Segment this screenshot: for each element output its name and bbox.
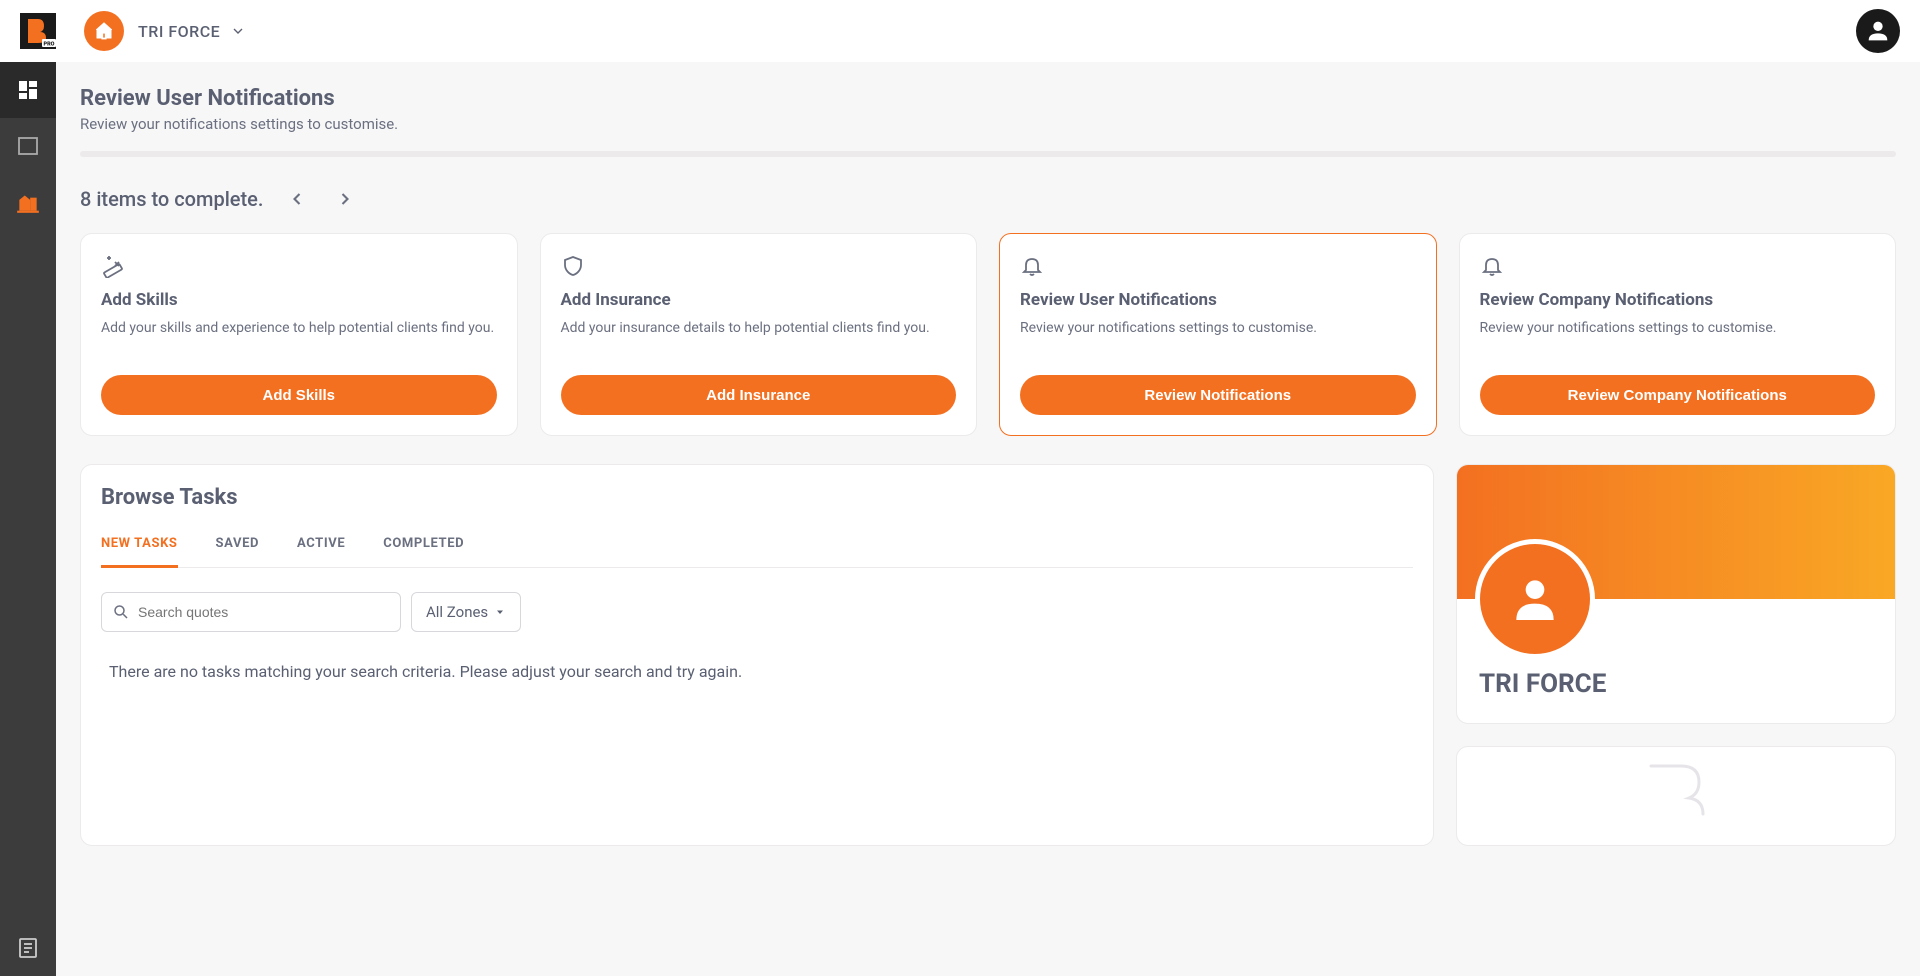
search-icon xyxy=(112,603,130,621)
profile-name: TRI FORCE xyxy=(1479,669,1873,699)
brand-outline-icon xyxy=(1631,756,1721,836)
tab-active[interactable]: ACTIVE xyxy=(297,536,345,567)
card-review-user-notifications: Review User Notifications Review your no… xyxy=(999,233,1437,436)
zone-select[interactable]: All Zones xyxy=(411,592,521,632)
bottom-row: Browse Tasks NEW TASKS SAVED ACTIVE COMP… xyxy=(80,464,1896,846)
card-add-skills: Add Skills Add your skills and experienc… xyxy=(80,233,518,436)
page-subtitle: Review your notifications settings to cu… xyxy=(80,115,1896,133)
card-title: Review Company Notifications xyxy=(1480,290,1876,310)
zone-label: All Zones xyxy=(426,603,488,621)
card-desc: Add your skills and experience to help p… xyxy=(101,318,497,339)
sidebar-item-buildings[interactable] xyxy=(0,174,56,230)
header: PRO TRI FORCE xyxy=(0,0,1920,62)
chevron-down-icon[interactable] xyxy=(230,23,246,39)
card-desc: Add your insurance details to help poten… xyxy=(561,318,957,339)
onboarding-cards: Add Skills Add your skills and experienc… xyxy=(80,233,1896,436)
bell-icon xyxy=(1480,254,1876,278)
app-logo: PRO xyxy=(20,13,56,49)
profile-avatar xyxy=(1475,539,1595,659)
card-title: Add Skills xyxy=(101,290,497,310)
card-title: Add Insurance xyxy=(561,290,957,310)
browse-tasks-panel: Browse Tasks NEW TASKS SAVED ACTIVE COMP… xyxy=(80,464,1434,846)
bell-icon xyxy=(1020,254,1416,278)
task-tabs: NEW TASKS SAVED ACTIVE COMPLETED xyxy=(101,536,1413,568)
search-box[interactable] xyxy=(101,592,401,632)
browse-title: Browse Tasks xyxy=(101,485,1413,510)
card-add-insurance: Add Insurance Add your insurance details… xyxy=(540,233,978,436)
add-skills-button[interactable]: Add Skills xyxy=(101,375,497,415)
home-button[interactable] xyxy=(84,11,124,51)
card-title: Review User Notifications xyxy=(1020,290,1416,310)
card-review-company-notifications: Review Company Notifications Review your… xyxy=(1459,233,1897,436)
card-desc: Review your notifications settings to cu… xyxy=(1480,318,1876,339)
review-notifications-button[interactable]: Review Notifications xyxy=(1020,375,1416,415)
tab-completed[interactable]: COMPLETED xyxy=(383,536,464,567)
review-company-notifications-button[interactable]: Review Company Notifications xyxy=(1480,375,1876,415)
tab-new-tasks[interactable]: NEW TASKS xyxy=(101,536,178,568)
page-title: Review User Notifications xyxy=(80,86,1896,111)
carousel-prev[interactable] xyxy=(283,185,311,213)
empty-state: There are no tasks matching your search … xyxy=(101,662,1413,681)
main-content: Review User Notifications Review your no… xyxy=(56,62,1920,976)
add-insurance-button[interactable]: Add Insurance xyxy=(561,375,957,415)
profile-card: TRI FORCE xyxy=(1456,464,1896,724)
carousel-header: 8 items to complete. xyxy=(80,185,1896,213)
profile-column: TRI FORCE xyxy=(1456,464,1896,846)
search-row: All Zones xyxy=(101,592,1413,632)
carousel-next[interactable] xyxy=(331,185,359,213)
card-desc: Review your notifications settings to cu… xyxy=(1020,318,1416,339)
sidebar-item-dashboard[interactable] xyxy=(0,62,56,118)
company-selector-label: TRI FORCE xyxy=(138,22,220,41)
ruler-icon xyxy=(101,254,497,278)
svg-text:PRO: PRO xyxy=(44,42,55,48)
sidebar-item-company[interactable] xyxy=(0,118,56,174)
search-input[interactable] xyxy=(138,604,390,620)
progress-bar xyxy=(80,151,1896,157)
shield-icon xyxy=(561,254,957,278)
brand-card xyxy=(1456,746,1896,846)
tab-saved[interactable]: SAVED xyxy=(216,536,259,567)
profile-banner xyxy=(1457,465,1895,599)
sidebar xyxy=(0,62,56,976)
sidebar-item-notes[interactable] xyxy=(0,920,56,976)
items-count: 8 items to complete. xyxy=(80,187,263,211)
user-menu[interactable] xyxy=(1856,9,1900,53)
